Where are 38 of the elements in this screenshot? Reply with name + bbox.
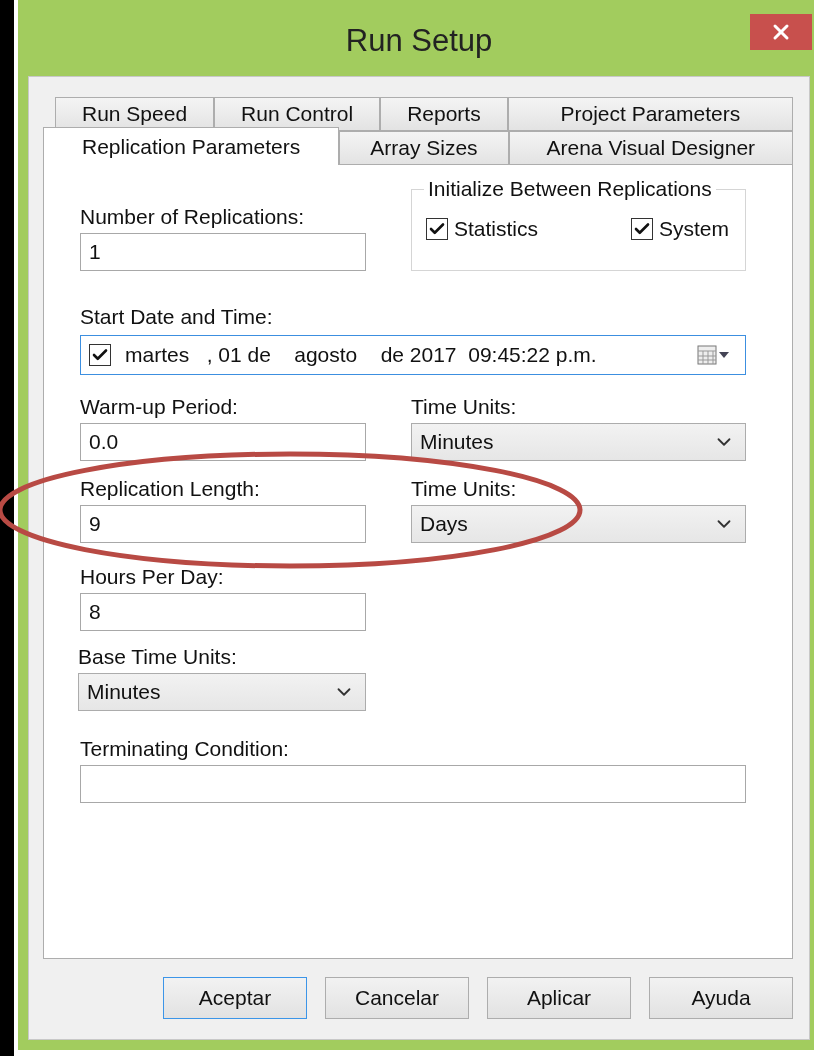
checkbox-label: Statistics <box>454 216 539 241</box>
input-field[interactable]: 0.0 <box>80 423 366 461</box>
date-time-value: martes , 01 de agosto de 2017 09:45:22 p.m. <box>125 343 598 367</box>
checkbox-label: System <box>659 216 729 241</box>
input-field[interactable] <box>80 765 746 803</box>
tab[interactable]: Array Sizes <box>339 131 509 165</box>
field-label: Hours Per Day: <box>80 565 224 589</box>
input-field[interactable]: 1 <box>80 233 366 271</box>
checkbox[interactable] <box>89 344 111 366</box>
dialog-button[interactable]: Aceptar <box>163 977 307 1019</box>
input-field[interactable]: 9 <box>80 505 366 543</box>
tab[interactable]: Reports <box>380 97 508 131</box>
dialog-button[interactable]: Aplicar <box>487 977 631 1019</box>
field-label: Time Units: <box>411 395 517 419</box>
field-label: Time Units: <box>411 477 517 501</box>
window-title: Run Setup <box>345 23 493 59</box>
dialog-button[interactable]: Cancelar <box>325 977 469 1019</box>
close-button[interactable] <box>750 14 812 50</box>
field-label: Start Date and Time: <box>80 305 273 329</box>
checkbox[interactable] <box>631 217 653 240</box>
input-field[interactable]: 8 <box>80 593 366 631</box>
field-label: Base Time Units: <box>78 645 237 669</box>
field-label: Terminating Condition: <box>80 737 289 761</box>
checkbox[interactable] <box>426 217 448 240</box>
field-label: Warm-up Period: <box>80 395 238 419</box>
dropdown[interactable]: Days <box>411 505 746 543</box>
field-label: Number of Replications: <box>80 205 305 229</box>
dropdown[interactable]: Minutes <box>411 423 746 461</box>
calendar-dropdown-icon <box>697 345 731 365</box>
tab[interactable]: Project Parameters <box>507 97 793 131</box>
tab[interactable]: Replication Parameters <box>43 127 340 165</box>
field-label: Replication Length: <box>80 477 260 501</box>
tab[interactable]: Arena Visual Designer <box>508 131 793 165</box>
tab[interactable]: Run Control <box>214 97 381 131</box>
group-title: Initialize Between Replications <box>428 177 712 201</box>
dropdown[interactable]: Minutes <box>78 673 366 711</box>
dialog-button[interactable]: Ayuda <box>649 977 793 1019</box>
date-time-picker[interactable]: martes , 01 de agosto de 2017 09:45:22 p.m. <box>80 335 746 375</box>
